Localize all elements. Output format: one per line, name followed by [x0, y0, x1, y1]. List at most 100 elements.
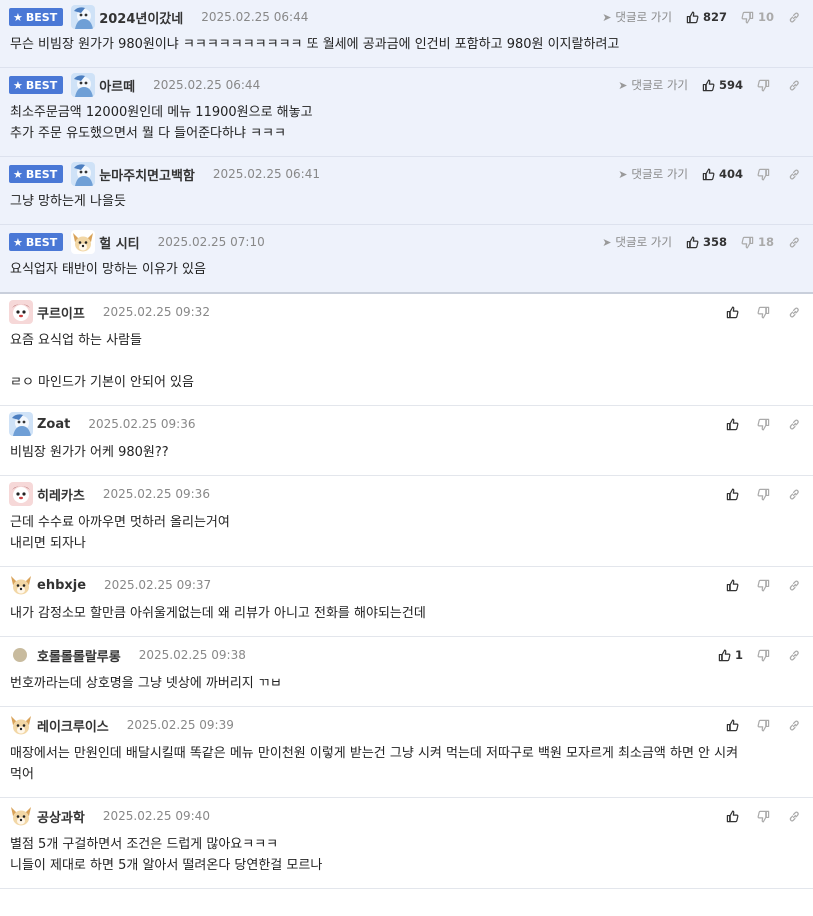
- comment-body: 무슨 비빔장 원가가 980원이냐 ㅋㅋㅋㅋㅋㅋㅋㅋㅋㅋ 또 월세에 공과금에 …: [10, 37, 620, 52]
- comment-body: 내가 감정소모 할만큼 아쉬울게없는데 왜 리뷰가 아니고 전화를 해야되는건데: [10, 606, 426, 621]
- link-icon[interactable]: [788, 11, 801, 24]
- link-icon[interactable]: [788, 719, 801, 732]
- downvote-button[interactable]: [757, 79, 774, 92]
- nickname[interactable]: 히레카츠: [37, 485, 85, 504]
- downvote-button[interactable]: [757, 649, 774, 662]
- comment-actions: ➤ 댓글로 가기 404: [618, 166, 801, 182]
- upvote-button[interactable]: 358: [686, 235, 727, 249]
- thumbs-down-icon: [741, 236, 754, 249]
- star-icon: ★: [13, 10, 23, 24]
- thumbs-up-icon: [726, 418, 739, 431]
- downvote-button[interactable]: 18: [741, 235, 774, 249]
- upvote-button[interactable]: [726, 306, 743, 319]
- comment-body: 매장에서는 만원인데 배달시킬때 똑같은 메뉴 만이천원 이렇게 받는건 그냥 …: [10, 746, 739, 782]
- upvote-button[interactable]: 594: [702, 78, 743, 92]
- downvote-button[interactable]: 10: [741, 10, 774, 24]
- comment-date: 2025.02.25 09:37: [104, 578, 212, 592]
- nickname[interactable]: 공상과학: [37, 807, 85, 826]
- thumbs-up-icon: [726, 579, 739, 592]
- upvote-button[interactable]: 1: [718, 648, 743, 662]
- comment-body: 번호까라는데 상호명을 그냥 넷상에 까버리지 ㄲㅂ: [10, 676, 282, 691]
- comment-actions: [726, 488, 801, 501]
- link-icon[interactable]: [788, 418, 801, 431]
- downvote-button[interactable]: [757, 488, 774, 501]
- link-icon[interactable]: [788, 306, 801, 319]
- comment-date: 2025.02.25 06:44: [153, 78, 261, 92]
- star-icon: ★: [13, 235, 23, 249]
- downvote-button[interactable]: [757, 719, 774, 732]
- thumbs-down-icon: [757, 810, 770, 823]
- nickname[interactable]: Zoat: [37, 417, 70, 432]
- downvote-button[interactable]: [757, 810, 774, 823]
- upvote-button[interactable]: 827: [686, 10, 727, 24]
- upvote-button[interactable]: 404: [702, 167, 743, 181]
- avatar[interactable]: [9, 412, 33, 436]
- best-badge-label: BEST: [25, 10, 58, 24]
- avatar[interactable]: [71, 162, 96, 186]
- downvote-button[interactable]: [757, 306, 774, 319]
- upvote-count: 358: [702, 235, 727, 249]
- upvote-count: 827: [702, 10, 727, 24]
- comment-actions: ➤ 댓글로 가기 594: [618, 77, 801, 93]
- comment: 호롤롤롤랄루롱 2025.02.25 09:38 1 번호까라는데 상호명을 그냥 넷…: [0, 637, 813, 707]
- link-icon[interactable]: [788, 810, 801, 823]
- comment-header: ★ BEST 2024년이갔네 2025.02.25 06:44 ➤ 댓글로 가기 827 1…: [9, 0, 803, 34]
- link-icon[interactable]: [788, 236, 801, 249]
- thumbs-up-icon: [686, 11, 699, 24]
- nickname[interactable]: 눈마주치면고백함: [99, 165, 195, 184]
- avatar[interactable]: [9, 713, 33, 737]
- comment: Zoat 2025.02.25 09:36 비빔장 원가가 어케 980원??: [0, 406, 813, 476]
- link-icon[interactable]: [788, 649, 801, 662]
- nickname[interactable]: 쿠르이프: [37, 303, 85, 322]
- goto-comment-label: 댓글로 가기: [631, 78, 688, 92]
- nickname[interactable]: 2024년이갔네: [99, 8, 183, 27]
- avatar[interactable]: [71, 5, 96, 29]
- goto-comment-link[interactable]: ➤ 댓글로 가기: [618, 166, 688, 182]
- avatar[interactable]: [9, 300, 33, 324]
- upvote-button[interactable]: [726, 418, 743, 431]
- comment-actions: [726, 579, 801, 592]
- thumbs-down-icon: [757, 168, 770, 181]
- goto-comment-label: 댓글로 가기: [615, 235, 672, 249]
- nickname[interactable]: 레이크루이스: [37, 716, 109, 735]
- avatar[interactable]: [9, 573, 33, 597]
- upvote-button[interactable]: [726, 810, 743, 823]
- thumbs-up-icon: [702, 168, 715, 181]
- avatar[interactable]: [71, 230, 96, 254]
- nickname[interactable]: 헐 시티: [99, 233, 139, 252]
- upvote-button[interactable]: [726, 579, 743, 592]
- link-icon[interactable]: [788, 579, 801, 592]
- comment-actions: [726, 418, 801, 431]
- link-icon[interactable]: [788, 79, 801, 92]
- comment-header: 쿠르이프 2025.02.25 09:32: [9, 294, 803, 330]
- comment-date: 2025.02.25 06:41: [212, 167, 320, 181]
- comment-date: 2025.02.25 09:38: [138, 648, 246, 662]
- downvote-button[interactable]: [757, 418, 774, 431]
- goto-comment-link[interactable]: ➤ 댓글로 가기: [602, 9, 672, 25]
- link-icon[interactable]: [788, 168, 801, 181]
- nickname[interactable]: 아르떼: [99, 76, 135, 95]
- thumbs-up-icon: [726, 488, 739, 501]
- downvote-button[interactable]: [757, 579, 774, 592]
- downvote-button[interactable]: [757, 168, 774, 181]
- thumbs-up-icon: [726, 719, 739, 732]
- upvote-button[interactable]: [726, 488, 743, 501]
- avatar[interactable]: [13, 648, 27, 662]
- thumbs-up-icon: [726, 810, 739, 823]
- comment: 공상과학 2025.02.25 09:40 별점 5개 구걸하면서 조건은 드럽게 …: [0, 798, 813, 889]
- thumbs-up-icon: [702, 79, 715, 92]
- avatar[interactable]: [9, 482, 33, 506]
- upvote-button[interactable]: [726, 719, 743, 732]
- nickname[interactable]: ehbxje: [37, 578, 86, 593]
- comment-header: ★ BEST 헐 시티 2025.02.25 07:10 ➤ 댓글로 가기 358 18: [9, 225, 803, 259]
- goto-comment-link[interactable]: ➤ 댓글로 가기: [618, 77, 688, 93]
- nickname[interactable]: 호롤롤롤랄루롱: [37, 646, 121, 665]
- comment-date: 2025.02.25 06:44: [201, 10, 309, 24]
- avatar[interactable]: [71, 73, 96, 97]
- link-icon[interactable]: [788, 488, 801, 501]
- comment-body: 요즘 요식업 하는 사람들 ㄹㅇ 마인드가 기본이 안되어 있음: [10, 333, 194, 390]
- comment-header: 레이크루이스 2025.02.25 09:39: [9, 707, 803, 743]
- avatar[interactable]: [9, 804, 33, 828]
- comment-body: 최소주문금액 12000원인데 메뉴 11900원으로 해놓고 추가 주문 유도…: [10, 105, 313, 141]
- goto-comment-link[interactable]: ➤ 댓글로 가기: [602, 234, 672, 250]
